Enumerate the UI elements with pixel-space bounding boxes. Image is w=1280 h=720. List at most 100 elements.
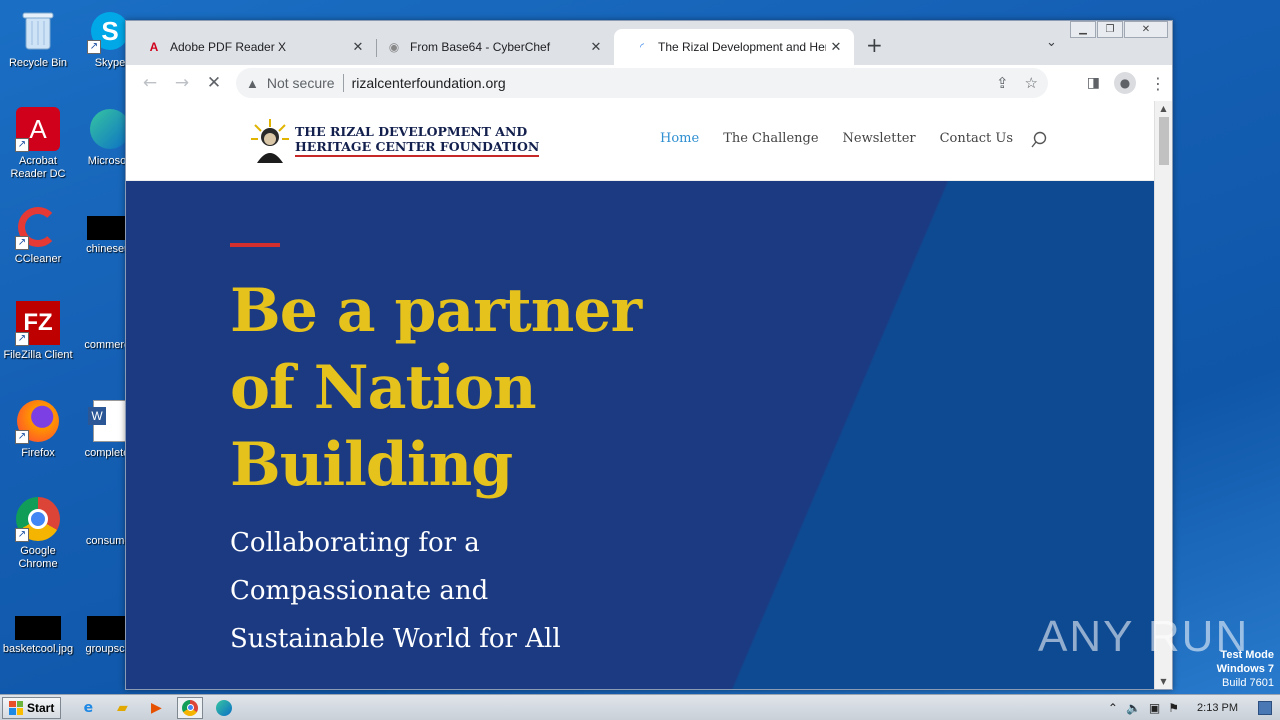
site-header: THE RIZAL DEVELOPMENT AND HERITAGE CENTE…	[126, 101, 1154, 181]
shortcut-arrow-icon: ↗	[15, 236, 29, 250]
tab-rizal[interactable]: ◜ The Rizal Development and Heritage ✕	[614, 29, 854, 65]
testmode-line: Windows 7	[1216, 663, 1274, 675]
omnibox-actions: ⇪ ☆	[996, 74, 1038, 92]
logo-line-1: THE RIZAL DEVELOPMENT AND	[295, 123, 528, 139]
windows-logo-icon	[9, 700, 23, 715]
security-label[interactable]: Not secure	[267, 75, 335, 91]
chrome-taskbar-icon[interactable]	[177, 696, 204, 719]
close-icon[interactable]: ✕	[826, 39, 846, 55]
hero-title-line: of Nation	[230, 353, 537, 423]
share-icon[interactable]: ⇪	[996, 74, 1009, 92]
browser-toolbar: ← → ✕ ▲ Not secure rizalcenterfoundation…	[126, 65, 1172, 101]
tab-title: The Rizal Development and Heritage	[658, 40, 826, 54]
volume-icon[interactable]: 🔈	[1126, 701, 1141, 715]
desktop-icon-chrome[interactable]: ↗ Google Chrome	[0, 496, 76, 571]
scroll-up-arrow-icon[interactable]: ▲	[1155, 104, 1172, 113]
nav-item-the-challenge[interactable]: The Challenge	[723, 131, 818, 146]
desktop-icon-label: Firefox	[21, 447, 55, 459]
windows-test-mode-label: Test Mode Windows 7 Build 7601	[1217, 648, 1274, 690]
internet-explorer-icon[interactable]: e	[75, 697, 101, 719]
close-icon[interactable]: ✕	[586, 39, 606, 55]
shortcut-arrow-icon: ↗	[15, 430, 29, 444]
stop-loading-icon[interactable]: ✕	[198, 73, 230, 93]
ccleaner-icon: ↗	[15, 204, 61, 250]
desktop-icon-acrobat[interactable]: A ↗ Acrobat Reader DC	[0, 106, 76, 181]
nav-item-home[interactable]: Home	[660, 131, 699, 146]
tab-title: From Base64 - CyberChef	[410, 40, 551, 54]
desktop-icon-ccleaner[interactable]: ↗ CCleaner	[0, 204, 76, 266]
desktop-icon-recycle-bin[interactable]: Recycle Bin	[0, 8, 76, 70]
logo-line-2: HERITAGE CENTER FOUNDATION	[295, 138, 540, 154]
desktop-icon-label: FileZilla Client	[3, 349, 73, 361]
desktop-icon-label: basketcool.jpg	[2, 643, 74, 655]
side-panel-icon[interactable]: ◨	[1087, 75, 1100, 91]
file-explorer-icon[interactable]: ▰	[109, 697, 135, 719]
window-controls: ▁ ❐ ✕	[1069, 21, 1168, 38]
tab-search-icon[interactable]: ⌄	[1046, 35, 1057, 50]
desktop-icon-label: CCleaner	[14, 253, 62, 265]
profile-avatar-icon[interactable]: ●	[1114, 72, 1136, 94]
new-tab-button[interactable]: +	[866, 33, 883, 57]
shortcut-arrow-icon: ↗	[15, 332, 29, 346]
maximize-button[interactable]: ❐	[1097, 21, 1123, 38]
edge-taskbar-icon[interactable]	[211, 697, 237, 719]
tray-expand-icon[interactable]: ⌃	[1108, 701, 1118, 715]
desktop-icon-firefox[interactable]: ↗ Firefox	[0, 398, 76, 460]
desktop-icon-basketcool[interactable]: basketcool.jpg	[0, 604, 76, 656]
action-center-flag-icon[interactable]: ⚑	[1168, 701, 1179, 715]
hero-accent-bar	[230, 243, 280, 247]
scroll-down-arrow-icon[interactable]: ▼	[1155, 677, 1172, 686]
url-text[interactable]: rizalcenterfoundation.org	[352, 75, 506, 91]
desktop-icon-label: Recycle Bin	[8, 57, 68, 69]
hero-section: Be a partner of Nation Building Collabor…	[126, 181, 1154, 689]
tab-title: Adobe PDF Reader X	[170, 40, 287, 54]
omnibox-divider	[342, 74, 344, 92]
taskbar: Start e ▰ ▶ ⌃ 🔈 ▣ ⚑ 2:13 PM	[0, 694, 1280, 720]
minimize-button[interactable]: ▁	[1070, 21, 1096, 38]
tab-adobe-pdf[interactable]: A Adobe PDF Reader X ✕	[126, 29, 376, 65]
forward-arrow-icon[interactable]: →	[166, 73, 198, 93]
site-logo[interactable]: THE RIZAL DEVELOPMENT AND HERITAGE CENTE…	[249, 117, 540, 163]
back-arrow-icon[interactable]: ←	[134, 73, 166, 93]
start-button[interactable]: Start	[2, 696, 62, 719]
warning-triangle-icon: ▲	[246, 75, 259, 91]
browser-window: A Adobe PDF Reader X ✕ ◉ From Base64 - C…	[125, 20, 1173, 690]
desktop-icon-filezilla[interactable]: FZ ↗ FileZilla Client	[0, 300, 76, 362]
shortcut-arrow-icon: ↗	[15, 138, 29, 152]
tab-strip: A Adobe PDF Reader X ✕ ◉ From Base64 - C…	[126, 21, 1172, 65]
media-player-icon[interactable]: ▶	[143, 697, 169, 719]
testmode-line: Build 7601	[1222, 677, 1274, 689]
file-thumbnail-icon	[15, 616, 61, 640]
scrollbar-thumb[interactable]	[1159, 117, 1169, 165]
toolbar-right: ◨ ● ⋮	[1087, 72, 1166, 94]
tab-cyberchef[interactable]: ◉ From Base64 - CyberChef ✕	[366, 29, 614, 65]
hero-subtitle: Collaborating for a Compassionate and Su…	[230, 519, 650, 663]
bookmark-star-icon[interactable]: ☆	[1025, 74, 1038, 92]
system-tray: ⌃ 🔈 ▣ ⚑ 2:13 PM	[1108, 695, 1280, 720]
recycle-bin-icon	[15, 8, 61, 54]
nav-item-contact-us[interactable]: Contact Us	[940, 131, 1013, 146]
network-icon[interactable]: ▣	[1149, 701, 1160, 715]
close-window-button[interactable]: ✕	[1124, 21, 1168, 38]
hero-title-line: Be a partner	[230, 276, 642, 346]
show-desktop-button[interactable]	[1258, 701, 1272, 715]
chrome-icon: ↗	[15, 496, 61, 542]
logo-underline	[295, 154, 540, 157]
close-icon[interactable]: ✕	[348, 39, 368, 55]
adobe-pdf-icon: A	[149, 40, 159, 54]
nav-item-newsletter[interactable]: Newsletter	[843, 131, 916, 146]
start-label: Start	[27, 700, 55, 715]
taskbar-apps: e ▰ ▶	[75, 696, 237, 719]
page-scrollbar[interactable]: ▲ ▼	[1154, 101, 1172, 689]
firefox-icon: ↗	[15, 398, 61, 444]
cyberchef-icon: ◉	[388, 40, 400, 54]
search-icon[interactable]	[1030, 131, 1048, 153]
hero-title-line: Building	[230, 430, 513, 500]
filezilla-icon: FZ ↗	[15, 300, 61, 346]
logo-wordmark: THE RIZAL DEVELOPMENT AND HERITAGE CENTE…	[295, 123, 540, 157]
address-bar[interactable]: ▲ Not secure rizalcenterfoundation.org ⇪…	[236, 68, 1048, 98]
hero-subtitle-line: Sustainable World for All	[230, 624, 561, 654]
clock[interactable]: 2:13 PM	[1197, 702, 1238, 714]
menu-kebab-icon[interactable]: ⋮	[1150, 74, 1166, 93]
testmode-line: Test Mode	[1220, 649, 1274, 661]
